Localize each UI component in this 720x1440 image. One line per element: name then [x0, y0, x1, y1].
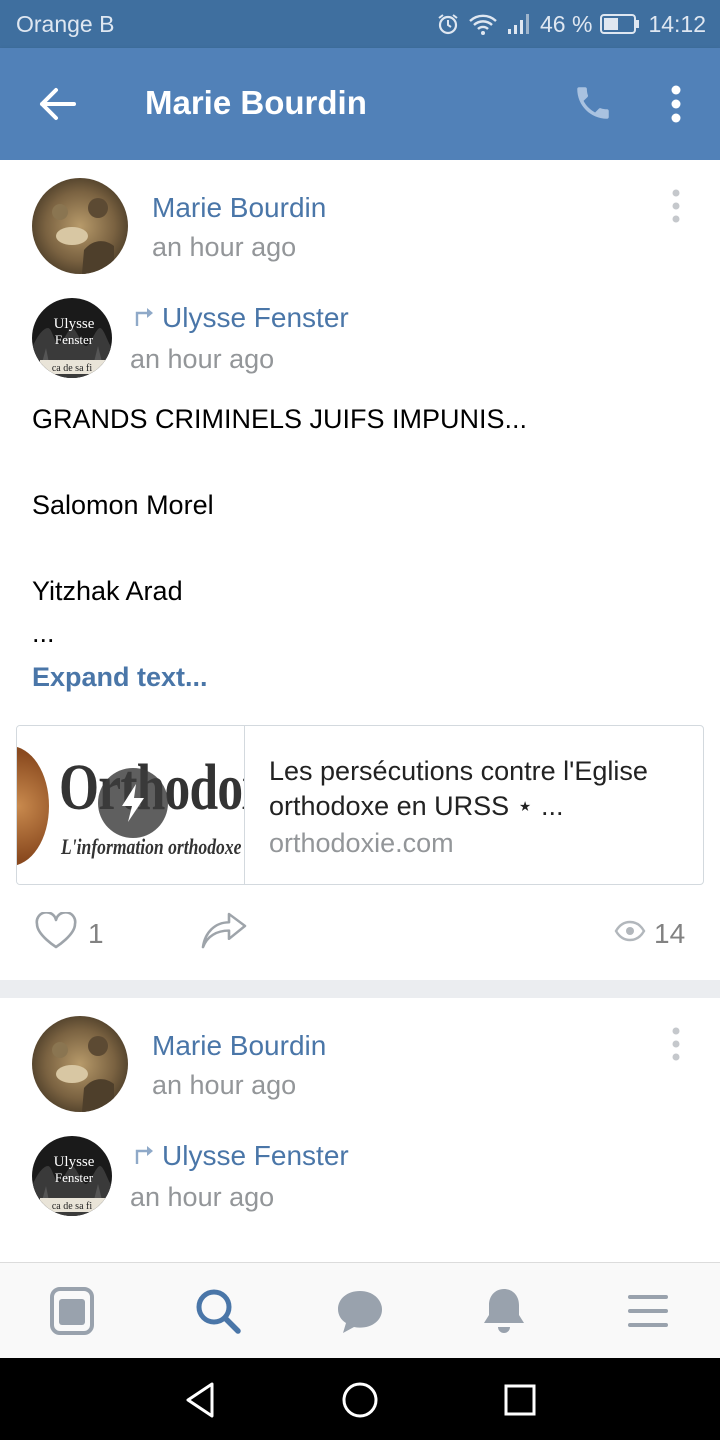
arrow-left-icon — [40, 88, 76, 120]
lightning-icon — [122, 784, 144, 822]
back-triangle-icon — [186, 1382, 214, 1418]
post-text-ellipsis: ... — [32, 618, 55, 648]
wall-post: Marie Bourdin an hour ago Ulysse Fenster… — [0, 998, 720, 1262]
repost-arrow-icon — [135, 1146, 153, 1164]
page-title: Marie Bourdin — [145, 84, 367, 121]
signal-icon — [508, 14, 529, 34]
repost-avatar-line1: Ulysse — [54, 1154, 95, 1170]
repost-avatar-line3: ca de sa fi — [52, 1201, 92, 1212]
back-button[interactable] — [34, 84, 80, 124]
repost-arrow-icon — [135, 308, 153, 326]
author-name[interactable]: Marie Bourdin — [152, 1030, 326, 1062]
post-time[interactable]: an hour ago — [152, 1070, 296, 1101]
repost-author-avatar[interactable]: Ulysse Fenster ca de sa fi — [32, 298, 112, 378]
repost-time[interactable]: an hour ago — [130, 344, 274, 375]
clock-time: 14:12 — [648, 10, 706, 37]
nav-notifications[interactable] — [478, 1285, 530, 1337]
post-menu-button[interactable] — [662, 186, 690, 226]
menu-icon — [628, 1295, 668, 1327]
like-count: 1 — [88, 918, 104, 949]
eye-icon — [614, 920, 646, 942]
link-attachment[interactable]: Orthodoxie L'information orthodoxe Les p… — [16, 725, 704, 885]
heart-icon[interactable] — [34, 912, 78, 950]
recents-square-icon — [504, 1384, 536, 1416]
repost-avatar-line2: Fenster — [55, 332, 94, 347]
more-vertical-icon — [671, 85, 681, 123]
link-title[interactable]: Les persécutions contre l'Eglise orthodo… — [269, 754, 689, 824]
author-avatar[interactable] — [32, 178, 128, 274]
repost-avatar-line1: Ulysse — [54, 316, 95, 332]
thumbnail-globe — [17, 746, 49, 866]
more-vertical-icon — [672, 189, 680, 223]
home-circle-icon — [342, 1382, 378, 1418]
repost-author-avatar[interactable]: Ulysse Fenster ca de sa fi — [32, 1136, 112, 1216]
status-bar: Orange B 46 % 14:12 — [0, 0, 720, 48]
battery-icon — [600, 14, 640, 34]
app-bar: Marie Bourdin — [0, 48, 720, 160]
bottom-navigation — [0, 1262, 720, 1358]
messages-icon — [338, 1291, 382, 1333]
post-time[interactable]: an hour ago — [152, 232, 296, 263]
instant-view-badge — [98, 768, 168, 838]
nav-messages[interactable] — [334, 1285, 386, 1337]
link-thumbnail: Orthodoxie L'information orthodoxe — [17, 726, 245, 884]
post-text-line: Yitzhak Arad — [32, 576, 183, 606]
more-vertical-icon — [672, 1027, 680, 1061]
repost-author-name[interactable]: Ulysse Fenster — [162, 1140, 349, 1172]
news-icon — [50, 1287, 94, 1335]
notifications-icon — [484, 1289, 524, 1333]
more-options-button[interactable] — [660, 82, 692, 126]
author-name[interactable]: Marie Bourdin — [152, 192, 326, 224]
nav-search[interactable] — [192, 1285, 244, 1337]
repost-time[interactable]: an hour ago — [130, 1182, 274, 1213]
system-home-button[interactable] — [340, 1380, 380, 1420]
alarm-icon — [438, 14, 458, 35]
status-indicators: 46 % 14:12 — [436, 8, 706, 40]
expand-text-link[interactable]: Expand text... — [32, 662, 208, 693]
carrier-name: Orange B — [16, 11, 115, 37]
nav-menu[interactable] — [622, 1285, 674, 1337]
repost-author-name[interactable]: Ulysse Fenster — [162, 302, 349, 334]
repost-avatar-line2: Fenster — [55, 1170, 94, 1185]
wall-post: Marie Bourdin an hour ago Ulysse Fenster… — [0, 160, 720, 980]
call-button[interactable] — [572, 82, 614, 124]
wifi-icon — [469, 14, 497, 35]
link-domain: orthodoxie.com — [269, 828, 454, 858]
view-count: 14 — [654, 918, 686, 949]
search-icon — [196, 1289, 241, 1334]
system-back-button[interactable] — [180, 1380, 220, 1420]
author-avatar[interactable] — [32, 1016, 128, 1112]
repost-avatar-line3: ca de sa fi — [52, 363, 92, 374]
nav-news[interactable] — [46, 1285, 98, 1337]
post-text-line: GRANDS CRIMINELS JUIFS IMPUNIS... — [32, 404, 528, 434]
battery-percent: 46 % — [540, 10, 593, 37]
system-navigation-bar — [0, 1358, 720, 1440]
post-text-line: Salomon Morel — [32, 490, 214, 520]
wall-feed: Marie Bourdin an hour ago Ulysse Fenster… — [0, 160, 720, 1262]
phone-icon — [577, 87, 609, 119]
share-icon[interactable] — [200, 912, 248, 952]
post-menu-button[interactable] — [662, 1024, 690, 1064]
system-recents-button[interactable] — [500, 1380, 540, 1420]
